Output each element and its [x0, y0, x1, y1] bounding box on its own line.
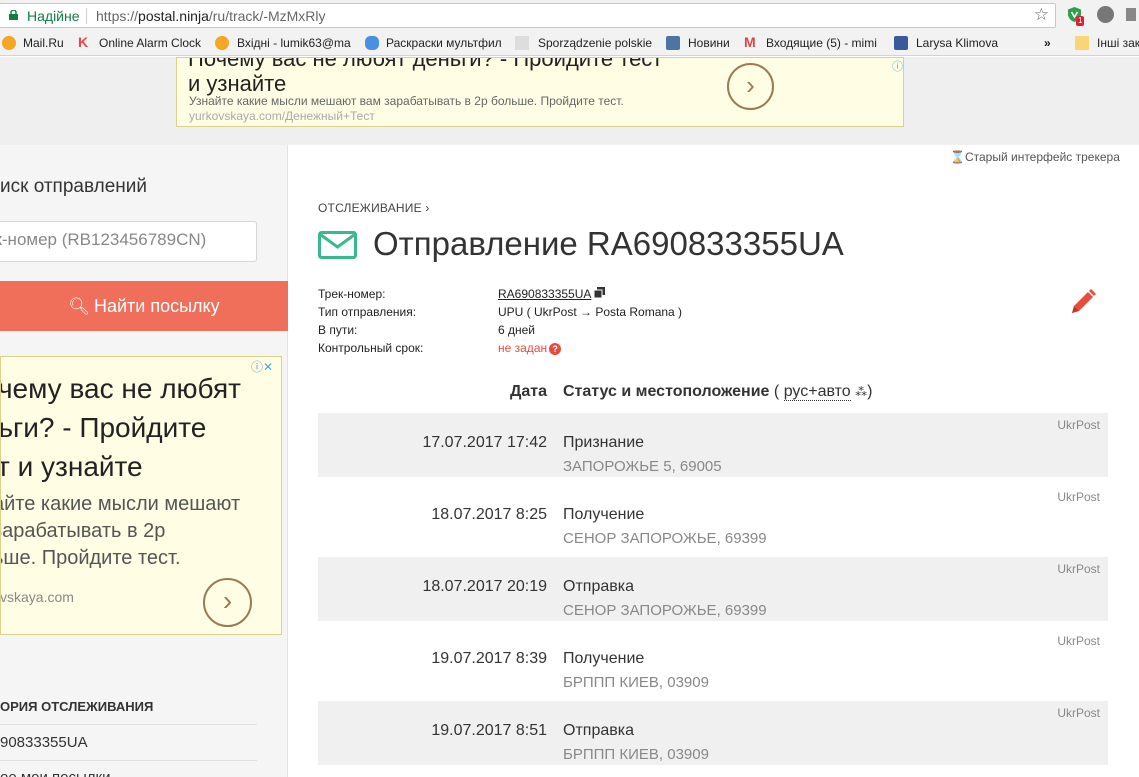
event-date: 19.07.2017 8:51 [431, 722, 547, 739]
url-text[interactable]: https://postal.ninja/ru/track/-MzMxRly [96, 8, 326, 24]
browser-toolbar: Надійне https://postal.ninja/ru/track/-M… [0, 0, 1139, 31]
search-icon: 🔍︎ [68, 297, 90, 316]
status-column-header: Статус и местоположение ( рус+авто ⁂) [563, 383, 873, 401]
tracking-event: 17.07.2017 17:42 Признание ЗАПОРОЖЬЕ 5, … [318, 413, 1108, 477]
k-icon: K [78, 34, 89, 50]
old-interface-link[interactable]: ⌛Старый интерфейс трекера [950, 150, 1120, 164]
event-location: СЕНОР ЗАПОРОЖЬЕ, 69399 [563, 602, 767, 619]
event-date: 19.07.2017 8:39 [431, 650, 547, 667]
feet-icon [365, 36, 379, 50]
bookmark-alarm-clock[interactable]: Online Alarm Clock [99, 36, 201, 50]
event-location: БРППП КИЕВ, 03909 [563, 746, 709, 763]
address-bar[interactable]: Надійне https://postal.ninja/ru/track/-M… [0, 3, 1056, 28]
history-title: ОРИЯ ОТСЛЕЖИВАНИЯ [0, 699, 154, 714]
history-item[interactable]: ое мои посылки [0, 769, 111, 777]
event-source: UkrPost [1057, 418, 1100, 432]
vk-icon [666, 36, 680, 50]
eagle-icon [515, 36, 529, 50]
event-location: ЗАПОРОЖЬЕ 5, 69005 [563, 458, 722, 475]
top-ad-arrow-icon[interactable]: › [727, 63, 774, 110]
envelope-icon [318, 231, 357, 259]
sidebar-ad-arrow-icon[interactable]: › [203, 578, 252, 627]
help-icon[interactable]: ? [549, 343, 562, 355]
bookmark-sporzadzenie[interactable]: Sporządzenie polskie [538, 36, 652, 50]
event-status: Получение [563, 506, 645, 523]
bookmark-star-icon[interactable]: ☆ [1034, 5, 1049, 25]
edit-pencil-icon[interactable] [1068, 287, 1098, 317]
bookmarks-bar: Mail.Ru K Online Alarm Clock Вхідні - lu… [0, 31, 1139, 56]
top-ad-banner[interactable]: Почему вас не любят деньги? - Пройдите т… [176, 57, 904, 127]
event-source: UkrPost [1057, 562, 1100, 576]
deadline-value: не задан [498, 341, 548, 355]
mailru-icon [215, 36, 229, 50]
menu-dots-icon[interactable] [1124, 6, 1138, 23]
lock-icon [9, 10, 18, 20]
divider [0, 760, 257, 761]
bookmark-inbox-lumik[interactable]: Вхідні - lumik63@ma [237, 36, 351, 50]
event-location: СЕНОР ЗАПОРОЖЬЕ, 69399 [563, 530, 767, 547]
address-separator [86, 8, 87, 24]
translate-icon[interactable]: ⁂ [855, 385, 867, 399]
facebook-icon [894, 36, 908, 50]
language-toggle-link[interactable]: рус+авто [783, 383, 851, 401]
tracking-event: 19.07.2017 8:39 Получение БРППП КИЕВ, 03… [318, 629, 1108, 693]
date-column-header: Дата [510, 383, 548, 400]
event-status: Отправка [563, 578, 634, 595]
mailru-icon [2, 36, 16, 50]
event-status: Получение [563, 650, 645, 667]
ad-info-icon[interactable]: ⓘ [892, 58, 903, 74]
top-ad-domain: yurkovskaya.com/Денежный+Тест [189, 109, 375, 123]
extension-badge: 1 [1076, 16, 1085, 26]
sidebar-ad-description: айте какие мысли мешают зарабатывать в 2… [0, 493, 241, 569]
event-status: Признание [563, 434, 645, 451]
bookmark-larysa[interactable]: Larysa Klimova [916, 36, 998, 50]
search-title: иск отправлений [0, 176, 148, 197]
folder-icon [1075, 36, 1089, 50]
tracking-event: 18.07.2017 8:25 Получение СЕНОР ЗАПОРОЖЬ… [318, 485, 1108, 549]
bookmark-mailru[interactable]: Mail.Ru [23, 36, 64, 50]
top-ad-description: Узнайте какие мысли мешают вам зарабатыв… [189, 94, 624, 108]
track-number[interactable]: RA690833355UA [498, 287, 591, 301]
event-date: 17.07.2017 17:42 [422, 434, 547, 451]
copy-icon[interactable] [594, 287, 606, 298]
event-date: 18.07.2017 20:19 [422, 578, 547, 595]
page-content: Почему вас не любят деньги? - Пройдите т… [0, 57, 1139, 777]
history-item[interactable]: 90833355UA [0, 734, 88, 751]
bookmark-raskraski[interactable]: Раскраски мультфил [386, 36, 502, 50]
divider [0, 724, 257, 725]
bookmarks-overflow[interactable]: » [1044, 36, 1051, 50]
bookmark-other[interactable]: Інші зак [1097, 36, 1139, 50]
sidebar-ad-domain: vskaya.com [0, 589, 74, 605]
sidebar: иск отправлений ек-номер (RB123456789CN)… [0, 145, 288, 777]
top-ad-headline[interactable]: Почему вас не любят деньги? - Пройдите т… [188, 58, 748, 96]
secure-label: Надійне [27, 8, 80, 24]
tracking-event: 18.07.2017 20:19 Отправка СЕНОР ЗАПОРОЖЬ… [318, 557, 1108, 621]
search-input[interactable]: ек-номер (RB123456789CN) [0, 221, 257, 262]
extension-reel-icon[interactable] [1097, 6, 1114, 23]
bookmark-novyny[interactable]: Новини [688, 36, 730, 50]
find-parcel-button[interactable]: 🔍︎ Найти посылку [0, 281, 288, 331]
breadcrumb[interactable]: ОТСЛЕЖИВАНИЕ › [318, 201, 430, 215]
gmail-icon: M [744, 34, 756, 50]
sidebar-ad[interactable]: очему вас не любят ньги? - Пройдите ст и… [0, 356, 282, 635]
bookmark-gmail[interactable]: Входящие (5) - mimi [766, 36, 877, 50]
tracking-event: 19.07.2017 8:51 Отправка БРППП КИЕВ, 039… [318, 701, 1108, 765]
event-source: UkrPost [1057, 490, 1100, 504]
event-date: 18.07.2017 8:25 [431, 506, 547, 523]
sidebar-ad-headline[interactable]: очему вас не любят ньги? - Пройдите ст и… [1, 369, 273, 486]
ad-info-icon[interactable]: ⓘ✕ [251, 358, 273, 375]
event-location: БРППП КИЕВ, 03909 [563, 674, 709, 691]
event-status: Отправка [563, 722, 634, 739]
page-title: Отправление RA690833355UA [373, 225, 844, 262]
event-source: UkrPost [1057, 706, 1100, 720]
event-source: UkrPost [1057, 634, 1100, 648]
